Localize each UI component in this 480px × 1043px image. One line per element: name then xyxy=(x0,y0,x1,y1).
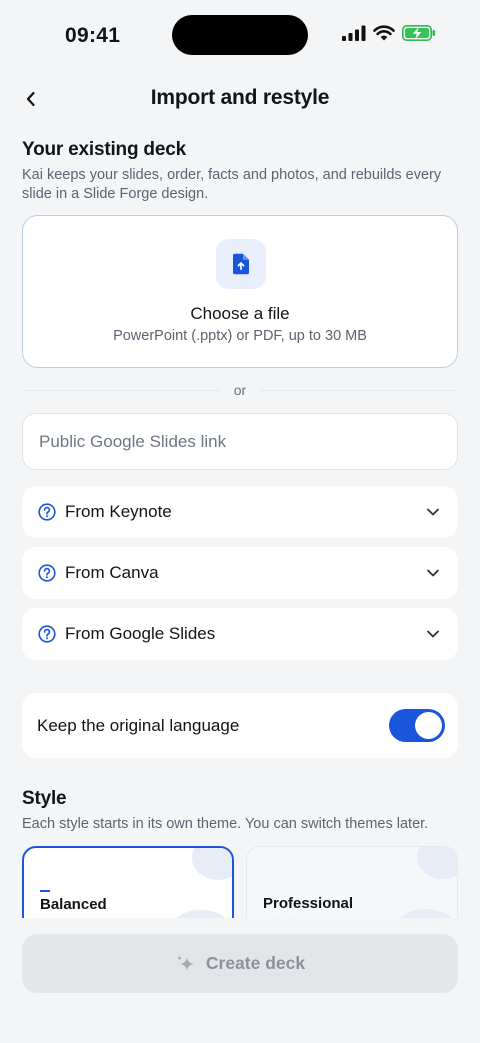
create-deck-label: Create deck xyxy=(205,953,306,973)
status-time: 09:41 xyxy=(65,24,121,47)
chevron-down-icon xyxy=(427,630,439,638)
accordion-from-canva[interactable]: From Canva xyxy=(22,547,458,599)
header: Import and restyle xyxy=(0,78,480,120)
keep-language-toggle[interactable] xyxy=(389,709,445,742)
signal-icon xyxy=(342,25,366,41)
page-title: Import and restyle xyxy=(150,86,330,109)
chevron-down-icon xyxy=(427,508,439,516)
style-name: Professional xyxy=(263,895,354,912)
sparkle-icon xyxy=(176,955,194,971)
existing-deck-title: Your existing deck xyxy=(22,139,186,160)
decorative-blob xyxy=(417,847,457,879)
battery-charging-icon xyxy=(402,25,436,41)
or-label: or xyxy=(220,382,260,398)
keep-language-label: Keep the original language xyxy=(37,716,240,735)
keep-language-row: Keep the original language xyxy=(22,693,458,758)
toggle-knob xyxy=(415,712,442,739)
accordion-from-google-slides[interactable]: From Google Slides xyxy=(22,608,458,660)
wifi-icon xyxy=(373,25,395,41)
file-upload-dropzone[interactable]: Choose a file PowerPoint (.pptx) or PDF,… xyxy=(22,215,458,368)
accordion-label: From Canva xyxy=(65,563,159,582)
upload-subtitle: PowerPoint (.pptx) or PDF, up to 30 MB xyxy=(113,328,367,344)
decorative-blob xyxy=(192,848,232,880)
style-name: Balanced xyxy=(40,896,107,913)
accordion-label: From Keynote xyxy=(65,502,172,521)
create-deck-button[interactable]: Create deck xyxy=(22,934,458,993)
chevron-down-icon xyxy=(427,569,439,577)
help-circle-icon xyxy=(38,503,56,521)
upload-title: Choose a file xyxy=(190,304,290,323)
file-upload-icon xyxy=(232,253,249,275)
status-icons xyxy=(342,25,436,41)
dynamic-island xyxy=(172,15,308,55)
accent-dash xyxy=(40,890,50,892)
help-circle-icon xyxy=(38,564,56,582)
accordion-label: From Google Slides xyxy=(65,624,216,643)
google-slides-link-input[interactable] xyxy=(22,413,458,470)
upload-icon-tile xyxy=(216,239,266,289)
existing-deck-description: Kai keeps your slides, order, facts and … xyxy=(22,167,442,202)
style-description: Each style starts in its own theme. You … xyxy=(22,816,429,832)
status-bar: 09:41 xyxy=(0,0,480,70)
help-circle-icon xyxy=(38,625,56,643)
style-title: Style xyxy=(22,788,67,809)
accordion-from-keynote[interactable]: From Keynote xyxy=(22,486,458,538)
